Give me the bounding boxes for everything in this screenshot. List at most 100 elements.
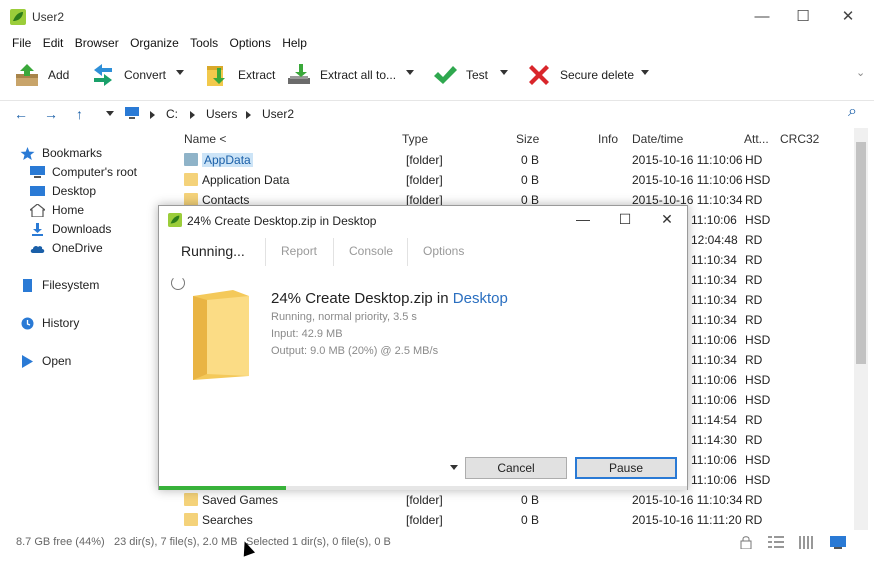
file-name: Saved Games <box>202 493 279 507</box>
dialog-minimize-button[interactable]: — <box>563 208 603 232</box>
file-attributes: RD <box>745 233 763 247</box>
add-archive-icon <box>16 64 38 86</box>
sidebar-bookmarks[interactable]: Bookmarks <box>20 146 102 160</box>
peazip-logo-icon <box>168 213 182 227</box>
cloud-icon <box>30 245 45 253</box>
tab-options[interactable]: Options <box>423 244 464 258</box>
menu-organize[interactable]: Organize <box>130 34 179 52</box>
columns-view-icon[interactable] <box>798 536 814 549</box>
thumbnail-view-icon[interactable] <box>830 536 846 549</box>
sidebar-item-label: OneDrive <box>52 241 103 255</box>
close-button[interactable]: ✕ <box>826 6 870 30</box>
file-datetime: 2015-10-16 11:10:06 <box>632 153 743 167</box>
history-dropdown-icon[interactable] <box>106 111 114 116</box>
file-datetime: 11:10:34 <box>691 253 737 267</box>
pause-button[interactable]: Pause <box>575 457 677 479</box>
status-bar: 8.7 GB free (44%) 23 dir(s), 7 file(s), … <box>0 532 874 554</box>
file-attributes: RD <box>745 273 763 287</box>
column-header-attributes[interactable]: Att... <box>744 132 769 146</box>
file-datetime: 2015-10-16 11:10:06 <box>632 173 743 187</box>
details-view-icon[interactable] <box>768 536 784 549</box>
file-attributes: RD <box>745 293 763 307</box>
sidebar-item-label: Home <box>52 203 85 217</box>
file-datetime: 11:10:06 <box>691 333 737 347</box>
lock-icon[interactable] <box>740 536 752 549</box>
progress-bar <box>159 486 687 490</box>
column-header-datetime[interactable]: Date/time <box>632 132 683 146</box>
file-size: 0 B <box>521 173 540 187</box>
checkmark-icon <box>434 66 457 84</box>
search-icon[interactable]: ⌕ <box>848 103 857 121</box>
menu-help[interactable]: Help <box>282 34 307 52</box>
dialog-maximize-button[interactable]: ☐ <box>605 208 645 232</box>
column-header-name[interactable]: Name < <box>184 132 226 146</box>
extract-label: Extract <box>238 68 276 82</box>
tab-report[interactable]: Report <box>281 244 317 258</box>
sidebar-open-label: Open <box>42 354 72 368</box>
free-space-text: 8.7 GB free (44%) <box>16 536 105 548</box>
scrollbar-thumb[interactable] <box>856 142 866 364</box>
column-header-type[interactable]: Type <box>402 132 428 146</box>
menu-options[interactable]: Options <box>229 34 270 52</box>
cancel-button[interactable]: Cancel <box>465 457 567 479</box>
menu-file[interactable]: File <box>12 34 31 52</box>
breadcrumb-user2[interactable]: User2 <box>262 107 294 121</box>
convert-dropdown-icon[interactable] <box>176 70 184 75</box>
menu-tools[interactable]: Tools <box>190 34 218 52</box>
extract-all-button[interactable]: Extract all to... <box>286 56 396 94</box>
menu-browser[interactable]: Browser <box>75 34 119 52</box>
secure-delete-dropdown-icon[interactable] <box>641 70 649 75</box>
add-button[interactable]: Add <box>14 56 69 94</box>
table-row[interactable]: Application Data [folder] 0 B 2015-10-16 11… <box>178 170 848 190</box>
computer-icon[interactable] <box>124 106 140 120</box>
tab-console[interactable]: Console <box>349 244 393 258</box>
table-row[interactable]: Searches [folder] 0 B 2015-10-16 11:11:20 RD <box>178 510 848 530</box>
file-attributes: RD <box>745 253 763 267</box>
sidebar-item-onedrive[interactable]: OneDrive <box>30 241 103 255</box>
test-dropdown-icon[interactable] <box>500 70 508 75</box>
file-datetime: 11:10:34 <box>691 273 737 287</box>
file-attributes: HSD <box>745 393 771 407</box>
toolbar-overflow-icon[interactable]: ⌄ <box>856 66 865 79</box>
sidebar-open[interactable]: Open <box>20 354 71 368</box>
minimize-button[interactable]: — <box>740 6 784 30</box>
convert-button[interactable]: Convert <box>90 56 166 94</box>
table-row[interactable]: Saved Games [folder] 0 B 2015-10-16 11:10:3… <box>178 490 848 510</box>
column-header-crc32[interactable]: CRC32 <box>780 132 819 146</box>
sidebar-filesystem[interactable]: Filesystem <box>20 278 99 292</box>
breadcrumb-separator-icon <box>246 111 251 119</box>
breadcrumb-users[interactable]: Users <box>206 107 237 121</box>
test-button[interactable]: Test <box>432 56 488 94</box>
file-size: 0 B <box>521 153 540 167</box>
sidebar: Bookmarks Computer's root Desktop Home D… <box>0 128 172 528</box>
breadcrumb-drive[interactable]: C: <box>166 107 178 121</box>
tab-running[interactable]: Running... <box>181 243 245 259</box>
sidebar-item-label: Computer's root <box>52 165 137 179</box>
download-arrow-icon <box>32 222 43 236</box>
destination-link[interactable]: Desktop <box>453 290 508 307</box>
back-icon[interactable]: ← <box>14 106 28 122</box>
sidebar-item-computers-root[interactable]: Computer's root <box>30 165 137 179</box>
sidebar-item-home[interactable]: Home <box>30 203 84 217</box>
sidebar-item-desktop[interactable]: Desktop <box>30 184 96 198</box>
up-icon[interactable]: ↑ <box>76 106 83 122</box>
maximize-button[interactable]: ☐ <box>781 6 825 30</box>
folder-icon <box>184 493 198 506</box>
more-options-dropdown-icon[interactable] <box>450 465 458 470</box>
menu-edit[interactable]: Edit <box>43 34 64 52</box>
forward-icon[interactable]: → <box>44 106 58 122</box>
dialog-close-button[interactable]: ✕ <box>647 208 687 232</box>
column-header-size[interactable]: Size <box>516 132 539 146</box>
extract-button[interactable]: Extract <box>204 56 275 94</box>
sidebar-item-downloads[interactable]: Downloads <box>30 222 111 236</box>
file-name: Application Data <box>202 173 290 187</box>
job-title-text: 24% Create Desktop.zip in <box>271 290 453 307</box>
sidebar-item-label: Desktop <box>52 184 97 198</box>
sidebar-history[interactable]: History <box>20 316 79 330</box>
extract-all-dropdown-icon[interactable] <box>406 70 414 75</box>
table-row[interactable]: AppData [folder] 0 B 2015-10-16 11:10:06 HD <box>178 150 848 170</box>
secure-delete-button[interactable]: Secure delete <box>526 56 634 94</box>
column-header-info[interactable]: Info <box>598 132 618 146</box>
file-name: Searches <box>202 513 253 527</box>
file-datetime: 11:10:34 <box>691 313 737 327</box>
